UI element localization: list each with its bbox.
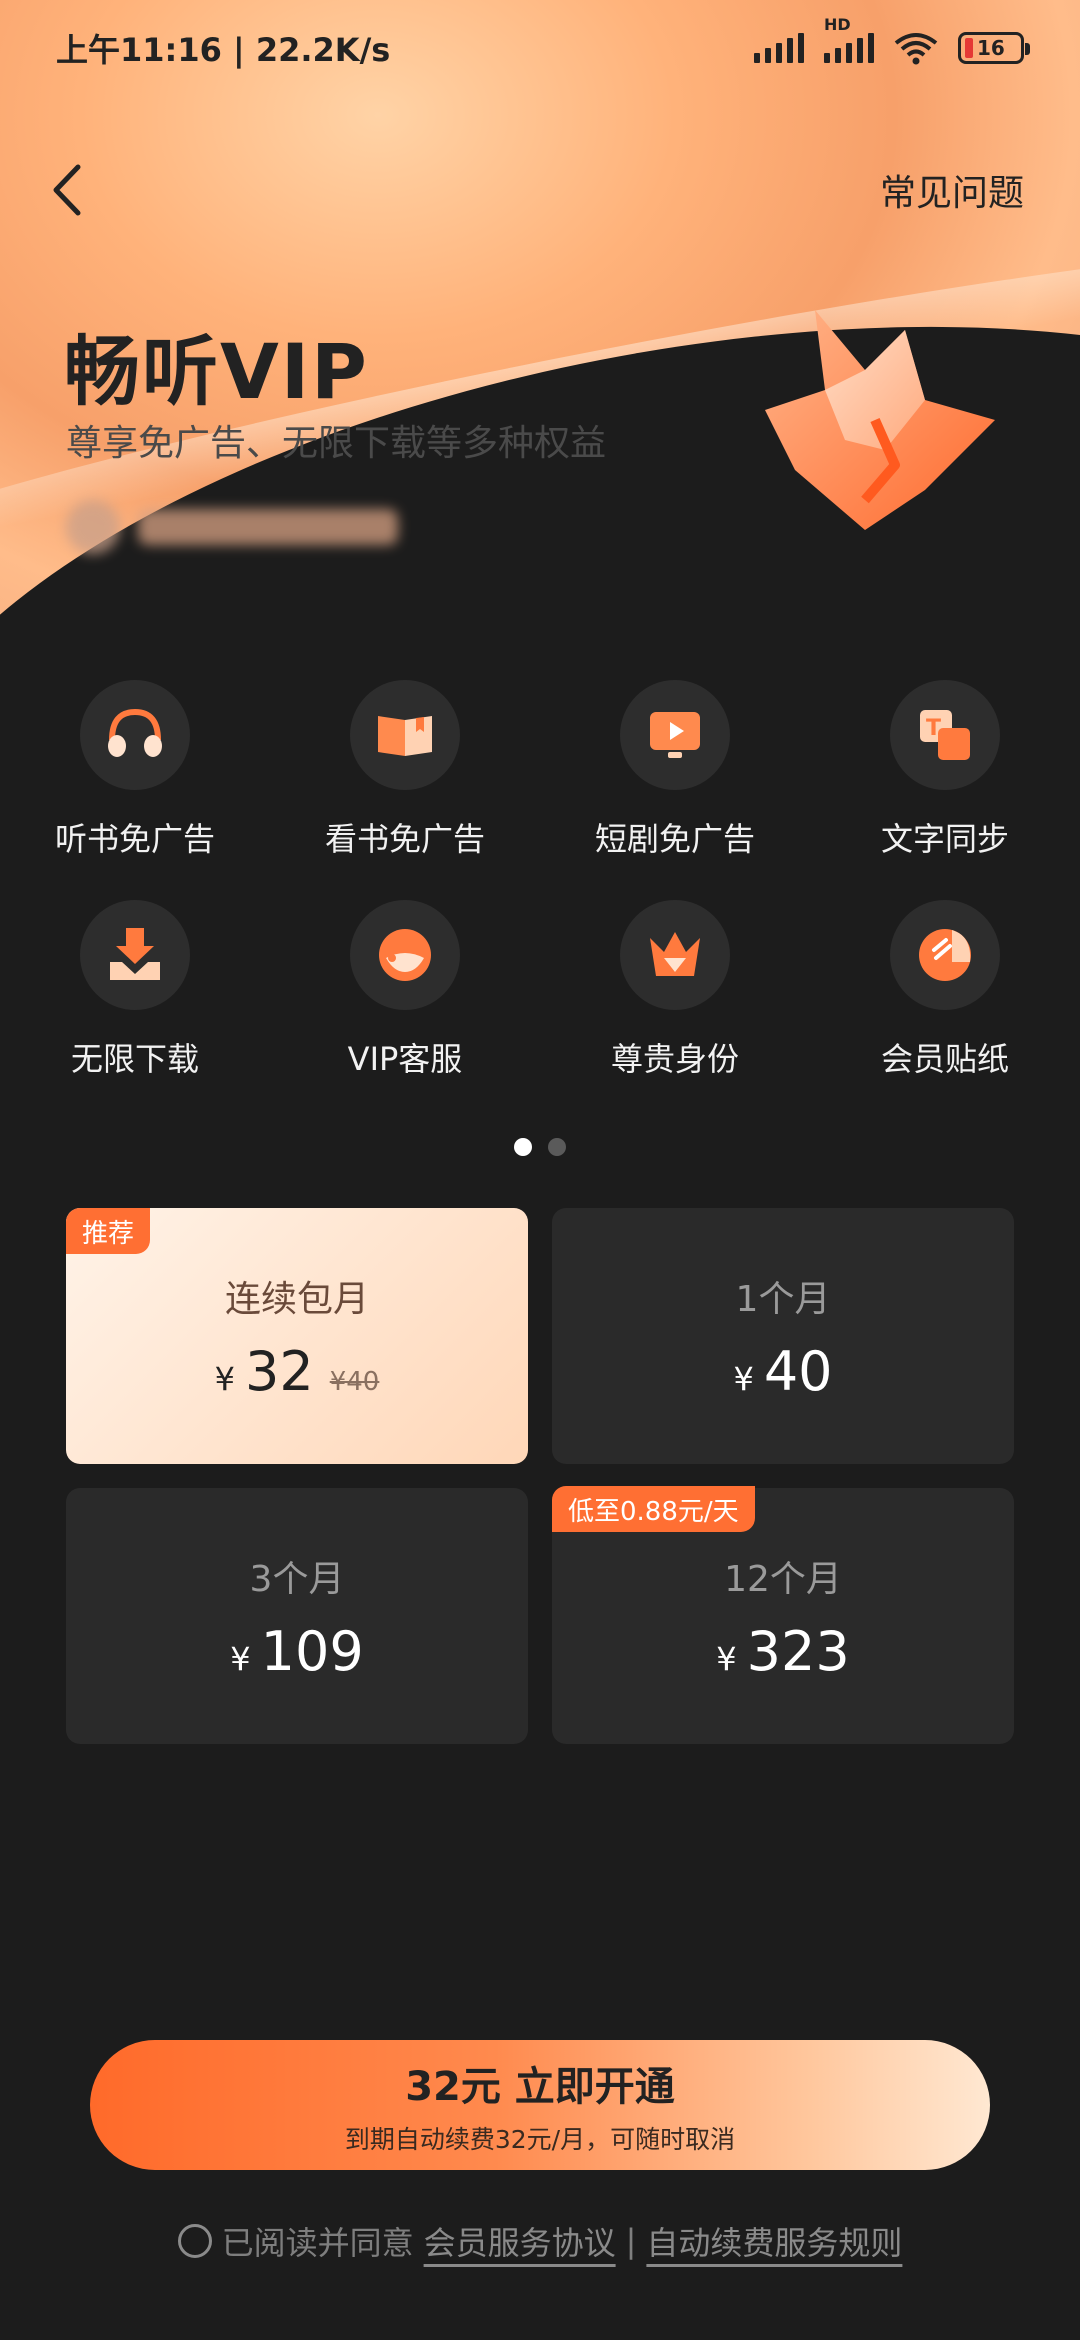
- plan-card-1-month[interactable]: 1个月 ¥ 40: [552, 1208, 1014, 1464]
- agreement-text: 已阅读并同意: [221, 2224, 414, 2262]
- benefit-noble-identity[interactable]: 尊贵身份: [540, 900, 810, 1080]
- svg-text:T: T: [926, 716, 941, 741]
- customer-service-icon: [379, 929, 431, 981]
- hd-label: HD: [824, 15, 851, 34]
- pager-dot-2[interactable]: [548, 1138, 566, 1156]
- plan-card-12-months[interactable]: 低至0.88元/天 12个月 ¥ 323: [552, 1486, 1014, 1744]
- faq-link[interactable]: 常见问题: [880, 164, 1024, 216]
- tv-play-icon: [650, 712, 700, 758]
- benefit-member-sticker[interactable]: 会员贴纸: [810, 900, 1080, 1080]
- benefits-grid: 听书免广告 看书免广告 短剧免广告 T 文字同步 无限下载 VIP客服 尊贵身份…: [0, 680, 1080, 1080]
- plan-price-row: ¥ 109: [230, 1620, 363, 1683]
- status-time: 上午11:16 | 22.2K/s: [56, 31, 391, 69]
- benefit-read-no-ads[interactable]: 看书免广告: [270, 680, 540, 860]
- currency-symbol: ¥: [716, 1639, 737, 1678]
- benefit-label: 听书免广告: [54, 820, 215, 858]
- plan-name: 1个月: [735, 1278, 831, 1320]
- plan-name: 3个月: [249, 1558, 345, 1600]
- benefit-label: 尊贵身份: [610, 1040, 739, 1078]
- crown-icon: [650, 932, 700, 976]
- avatar: [66, 500, 120, 554]
- benefit-label: 看书免广告: [324, 820, 485, 858]
- benefit-unlimited-download[interactable]: 无限下载: [0, 900, 270, 1080]
- plan-tag-daily-price: 低至0.88元/天: [552, 1486, 755, 1532]
- plan-grid: 推荐 连续包月 ¥ 32 ¥40 1个月 ¥ 40 3个月 ¥ 109 低至0.…: [66, 1208, 1014, 1744]
- plan-price: 323: [746, 1619, 850, 1683]
- auto-renew-rules-link[interactable]: 自动续费服务规则: [646, 2218, 902, 2264]
- wifi-icon: [894, 33, 938, 65]
- plan-price-row: ¥ 32 ¥40: [215, 1340, 380, 1403]
- plan-card-monthly-auto[interactable]: 推荐 连续包月 ¥ 32 ¥40: [66, 1208, 528, 1464]
- top-nav: 常见问题: [0, 150, 1080, 230]
- sticker-icon: [919, 929, 971, 981]
- benefit-label: 短剧免广告: [594, 820, 755, 858]
- benefit-vip-service[interactable]: VIP客服: [270, 900, 540, 1080]
- plan-price: 32: [245, 1339, 314, 1403]
- battery-level: 16: [977, 36, 1005, 60]
- username-blurred: [138, 509, 398, 545]
- signal-hd-icon: HD: [824, 15, 874, 63]
- agreement-separator: |: [625, 2222, 637, 2260]
- text-sync-icon: T: [920, 710, 970, 760]
- subscribe-button[interactable]: 32元 立即开通 到期自动续费32元/月，可随时取消: [90, 2040, 990, 2170]
- benefit-label: VIP客服: [347, 1040, 463, 1078]
- plan-card-3-months[interactable]: 3个月 ¥ 109: [66, 1488, 528, 1744]
- download-icon: [110, 928, 160, 980]
- agreement-row: 已阅读并同意 会员服务协议 | 自动续费服务规则: [0, 2218, 1080, 2264]
- benefits-pager: [0, 1138, 1080, 1156]
- benefit-text-sync[interactable]: T 文字同步: [810, 680, 1080, 860]
- benefit-drama-no-ads[interactable]: 短剧免广告: [540, 680, 810, 860]
- status-bar: 上午11:16 | 22.2K/s HD 16: [0, 0, 1080, 96]
- benefit-label: 无限下载: [70, 1040, 199, 1078]
- plan-price: 109: [260, 1619, 364, 1683]
- currency-symbol: ¥: [230, 1639, 251, 1678]
- currency-symbol: ¥: [733, 1359, 754, 1398]
- currency-symbol: ¥: [214, 1359, 235, 1398]
- status-icons: HD 16: [754, 15, 1030, 65]
- chevron-left-icon: [53, 164, 81, 216]
- plan-price-row: ¥ 40: [733, 1340, 832, 1403]
- benefit-listen-no-ads[interactable]: 听书免广告: [0, 680, 270, 860]
- page-title: 畅听VIP: [64, 327, 369, 416]
- plan-tag-recommended: 推荐: [66, 1208, 151, 1254]
- benefit-label: 会员贴纸: [880, 1040, 1009, 1078]
- fox-mascot-icon: [765, 310, 995, 530]
- pager-dot-1[interactable]: [514, 1138, 532, 1156]
- page-subtitle: 尊享免广告、无限下载等多种权益: [66, 423, 607, 464]
- battery-icon: 16: [958, 32, 1030, 64]
- subscribe-button-note: 到期自动续费32元/月，可随时取消: [344, 2125, 736, 2154]
- plan-price-row: ¥ 323: [716, 1620, 849, 1683]
- back-button[interactable]: [50, 160, 100, 220]
- agreement-checkbox[interactable]: [177, 2224, 212, 2258]
- plan-name: 连续包月: [224, 1278, 369, 1320]
- benefit-label: 文字同步: [880, 820, 1009, 858]
- signal-icon: [754, 33, 804, 63]
- headphones-icon: [108, 708, 162, 757]
- plan-name: 12个月: [724, 1558, 842, 1600]
- plan-original-price: ¥40: [329, 1366, 380, 1397]
- book-icon: [378, 716, 432, 756]
- subscribe-button-label: 32元 立即开通: [405, 2064, 675, 2110]
- user-info-blurred: [66, 500, 398, 554]
- member-service-agreement-link[interactable]: 会员服务协议: [424, 2218, 616, 2264]
- plan-price: 40: [763, 1339, 833, 1403]
